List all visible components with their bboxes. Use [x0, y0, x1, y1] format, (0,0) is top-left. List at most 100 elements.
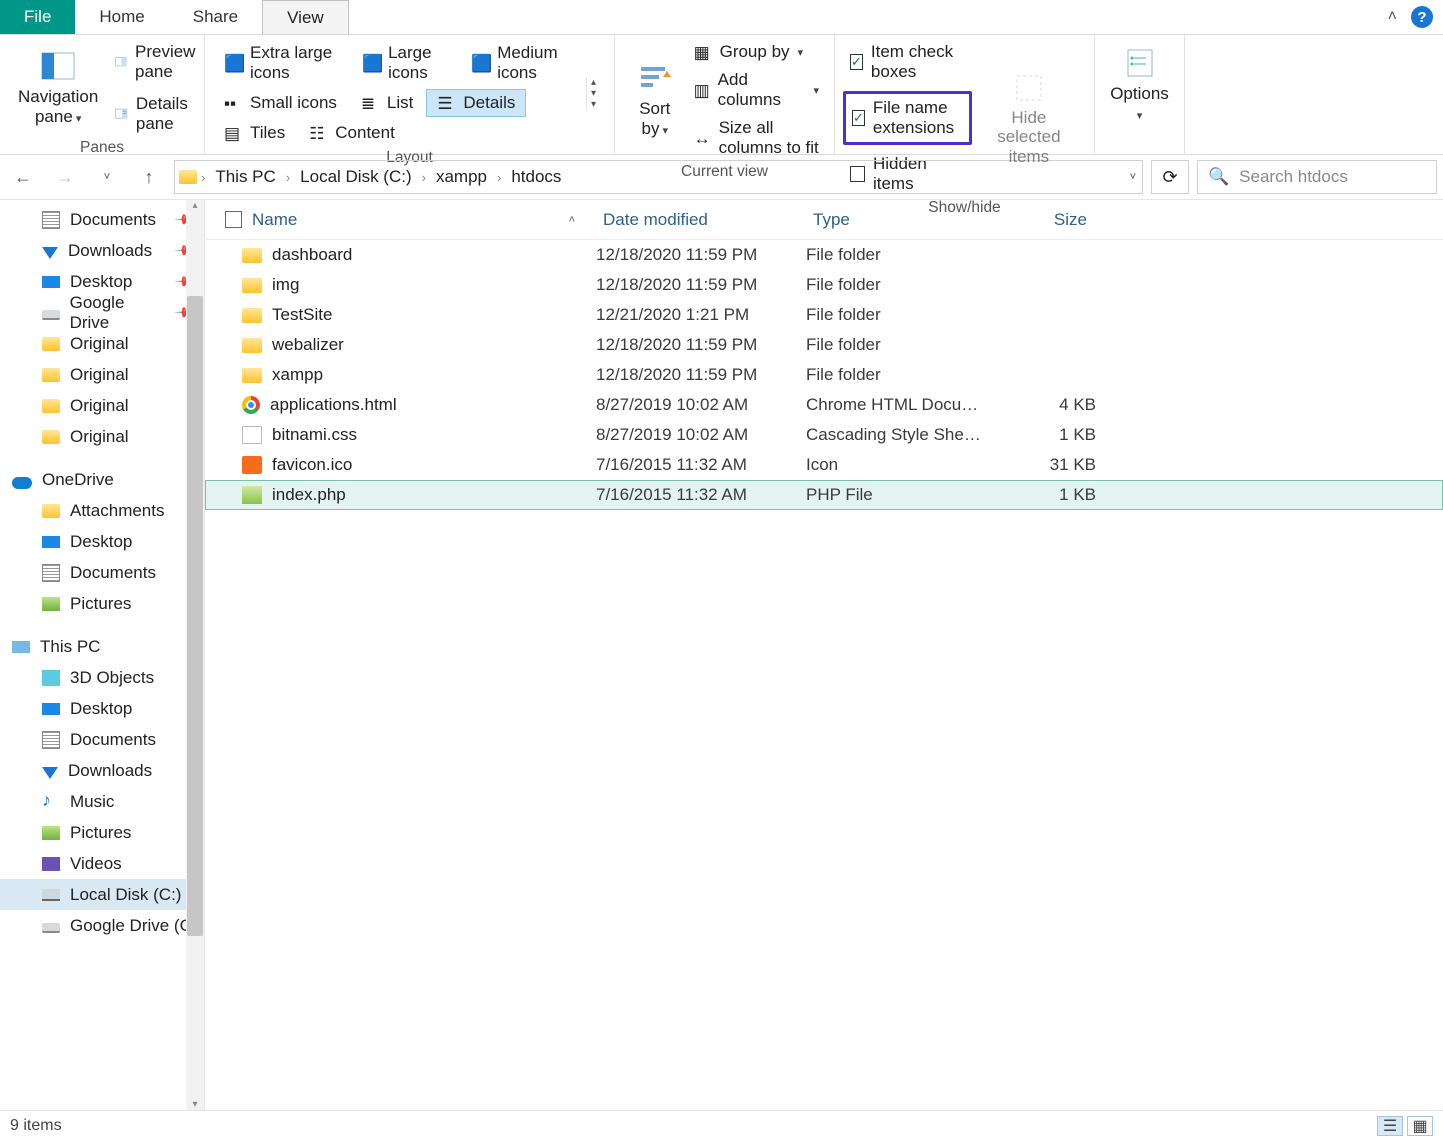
nav-quick-item[interactable]: Original	[0, 390, 204, 421]
address-bar: ← → ˅ ↑ › This PC › Local Disk (C:) › xamp…	[0, 155, 1443, 200]
nav-onedrive-item[interactable]: Documents	[0, 557, 204, 588]
layout-extra-large[interactable]: 🟦Extra large icons	[213, 39, 349, 87]
col-size-header[interactable]: Size	[985, 210, 1095, 230]
tab-home[interactable]: Home	[75, 0, 168, 34]
nav-pc-item[interactable]: Google Drive (G:	[0, 910, 204, 941]
file-list-pane: Name ˄ Date modified Type Size dashboard…	[205, 200, 1443, 1110]
item-check-boxes-toggle[interactable]: ✓Item check boxes	[843, 39, 972, 85]
tab-file[interactable]: File	[0, 0, 75, 34]
layout-content[interactable]: ☷Content	[298, 119, 406, 147]
preview-pane-button[interactable]: Preview pane	[108, 39, 208, 85]
layout-large[interactable]: 🟦Large icons	[351, 39, 458, 87]
options-label: Options	[1110, 84, 1169, 103]
crumb-this-pc[interactable]: This PC	[209, 167, 281, 187]
nav-onedrive[interactable]: OneDrive	[0, 464, 204, 495]
refresh-button[interactable]: ⟳	[1151, 160, 1189, 194]
nav-up-button[interactable]: ↑	[132, 160, 166, 194]
details-pane-icon	[115, 105, 128, 123]
nav-pc-item[interactable]: ♪ Music	[0, 786, 204, 817]
minimize-ribbon-icon[interactable]: ˄	[1388, 8, 1397, 26]
help-icon[interactable]: ?	[1411, 6, 1433, 28]
layout-expand[interactable]: ▴▾▾	[586, 77, 606, 110]
chevron-right-icon[interactable]: ›	[497, 170, 501, 185]
file-row[interactable]: dashboard 12/18/2020 11:59 PM File folde…	[205, 240, 1443, 270]
layout-medium[interactable]: 🟦Medium icons	[460, 39, 580, 87]
file-type: PHP File	[806, 485, 986, 505]
nav-item-label: Original	[70, 396, 129, 416]
file-row[interactable]: TestSite 12/21/2020 1:21 PM File folder	[205, 300, 1443, 330]
layout-tiles[interactable]: ▤Tiles	[213, 119, 296, 147]
details-pane-button[interactable]: Details pane	[108, 91, 208, 137]
layout-list-icon: ≣	[361, 94, 379, 112]
search-input[interactable]: 🔍 Search htdocs	[1197, 160, 1437, 194]
nav-onedrive-item[interactable]: Attachments	[0, 495, 204, 526]
nav-back-button[interactable]: ←	[6, 160, 40, 194]
checkbox-checked-icon: ✓	[850, 54, 863, 70]
chevron-right-icon[interactable]: ›	[286, 170, 290, 185]
layout-details[interactable]: ☰Details	[426, 89, 526, 117]
layout-list[interactable]: ≣List	[350, 89, 424, 117]
chevron-right-icon[interactable]: ›	[201, 170, 205, 185]
file-row[interactable]: img 12/18/2020 11:59 PM File folder	[205, 270, 1443, 300]
chevron-right-icon[interactable]: ›	[422, 170, 426, 185]
nav-pc-item[interactable]: Local Disk (C:)	[0, 879, 204, 910]
nav-quick-item[interactable]: Original	[0, 359, 204, 390]
address-dropdown-icon[interactable]: ˅	[1130, 171, 1136, 183]
crumb-local-disk[interactable]: Local Disk (C:)	[294, 167, 417, 187]
file-type: File folder	[806, 275, 986, 295]
folder-icon	[42, 337, 60, 351]
nav-pc-item[interactable]: Desktop	[0, 693, 204, 724]
file-row[interactable]: favicon.ico 7/16/2015 11:32 AM Icon 31 K…	[205, 450, 1443, 480]
nav-recent-button[interactable]: ˅	[90, 160, 124, 194]
nav-item-label: Documents	[70, 563, 156, 583]
nav-quick-item[interactable]: Downloads 📌	[0, 235, 204, 266]
nav-pc-item[interactable]: 3D Objects	[0, 662, 204, 693]
nav-pc-item[interactable]: Downloads	[0, 755, 204, 786]
drive-icon	[42, 310, 60, 320]
file-name-extensions-toggle[interactable]: ✓File name extensions	[843, 91, 972, 145]
nav-item-label: Google Drive	[70, 293, 167, 333]
file-row[interactable]: applications.html 8/27/2019 10:02 AM Chr…	[205, 390, 1443, 420]
nav-quick-item[interactable]: Documents 📌	[0, 204, 204, 235]
hide-selected-items-button[interactable]: Hide selected items	[972, 39, 1086, 197]
nav-scrollbar[interactable]: ▴ ▾	[186, 200, 204, 1110]
tab-share[interactable]: Share	[169, 0, 262, 34]
folder-icon	[242, 278, 262, 293]
nav-pc-item[interactable]: Documents	[0, 724, 204, 755]
file-row[interactable]: bitnami.css 8/27/2019 10:02 AM Cascading…	[205, 420, 1443, 450]
layout-tiles-icon: ▤	[224, 124, 242, 142]
nav-quick-item[interactable]: Original	[0, 328, 204, 359]
file-name: applications.html	[270, 395, 397, 415]
col-date-header[interactable]: Date modified	[595, 210, 805, 230]
tab-view[interactable]: View	[262, 0, 349, 34]
view-details-toggle[interactable]: ☰	[1377, 1116, 1403, 1136]
sort-by-button[interactable]: Sort by ▾	[623, 39, 687, 161]
file-name: img	[272, 275, 299, 295]
select-all-checkbox[interactable]	[225, 211, 242, 228]
group-panes-label: Panes	[8, 137, 196, 161]
cloud-icon	[12, 477, 32, 489]
group-by-button[interactable]: ▦Group by ▾	[687, 39, 826, 65]
file-row[interactable]: xampp 12/18/2020 11:59 PM File folder	[205, 360, 1443, 390]
col-type-header[interactable]: Type	[805, 210, 985, 230]
nav-quick-item[interactable]: Google Drive 📌	[0, 297, 204, 328]
file-row[interactable]: index.php 7/16/2015 11:32 AM PHP File 1 …	[205, 480, 1443, 510]
layout-small[interactable]: ▪▪Small icons	[213, 89, 348, 117]
nav-item-label: Google Drive (G:	[70, 916, 198, 936]
size-columns-fit-button[interactable]: ↔Size all columns to fit	[687, 115, 826, 161]
nav-pc-item[interactable]: Videos	[0, 848, 204, 879]
crumb-xampp[interactable]: xampp	[430, 167, 493, 187]
nav-pc-item[interactable]: Pictures	[0, 817, 204, 848]
nav-onedrive-item[interactable]: Pictures	[0, 588, 204, 619]
file-row[interactable]: webalizer 12/18/2020 11:59 PM File folde…	[205, 330, 1443, 360]
view-large-icons-toggle[interactable]: ▦	[1407, 1116, 1433, 1136]
nav-onedrive-item[interactable]: Desktop	[0, 526, 204, 557]
crumb-htdocs[interactable]: htdocs	[505, 167, 567, 187]
navigation-pane-button[interactable]: Navigation pane ▾	[8, 39, 108, 137]
col-name-header[interactable]: Name	[252, 210, 297, 230]
nav-this-pc[interactable]: This PC	[0, 631, 204, 662]
add-columns-button[interactable]: ▥Add columns ▾	[687, 67, 826, 113]
nav-forward-button[interactable]: →	[48, 160, 82, 194]
nav-quick-item[interactable]: Original	[0, 421, 204, 452]
options-button[interactable]: Options▾	[1100, 39, 1179, 130]
